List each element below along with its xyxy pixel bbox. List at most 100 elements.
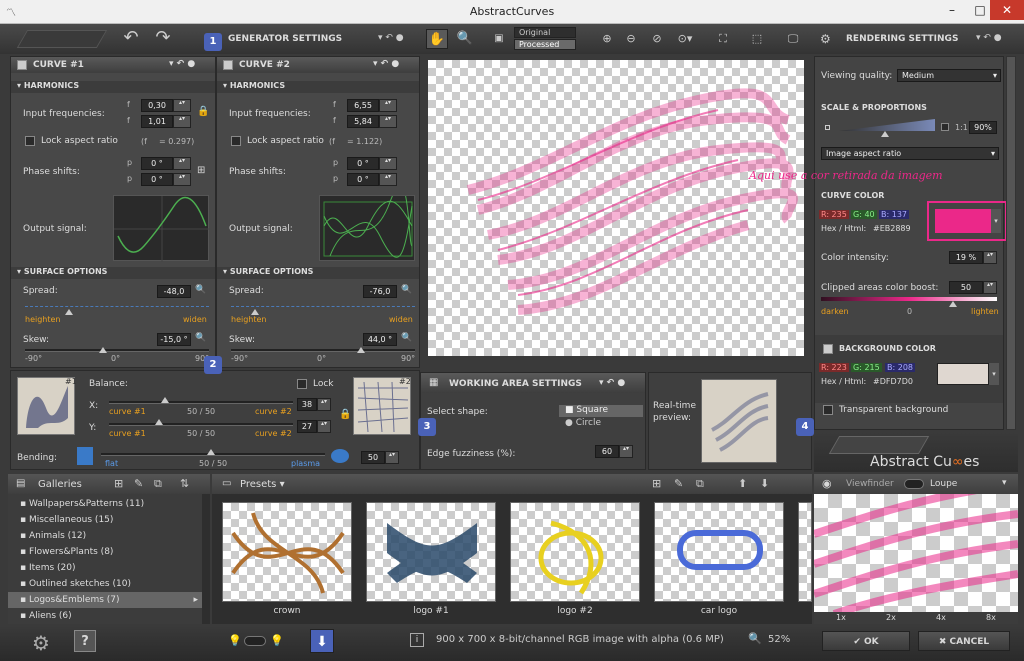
- px-input[interactable]: 0 °: [141, 157, 173, 170]
- curve-color-swatch[interactable]: [935, 209, 991, 233]
- shape-square-option[interactable]: ■ Square: [559, 405, 643, 417]
- bending-thumb[interactable]: [207, 449, 215, 455]
- py-stepper[interactable]: ▴▾: [173, 173, 191, 186]
- zoom-in-icon[interactable]: ⊕: [596, 29, 618, 49]
- boost-thumb[interactable]: [949, 301, 957, 307]
- gallery-item[interactable]: ▪ Wallpapers&Patterns (11): [20, 496, 210, 512]
- preset-upload-icon[interactable]: ⬆: [738, 477, 747, 490]
- collapse-icon[interactable]: ▾ ↶ ●: [378, 33, 404, 43]
- phase-link-icon[interactable]: ⊞: [197, 165, 205, 176]
- bg-color-swatch[interactable]: [937, 363, 989, 385]
- scale-pct-input[interactable]: 90%: [969, 121, 997, 134]
- light-toggle[interactable]: [244, 636, 266, 646]
- viewing-quality-select[interactable]: Medium ▾: [897, 69, 1001, 82]
- boost-stepper[interactable]: ▴▾: [983, 281, 997, 294]
- zoom-tool-icon[interactable]: 🔍: [454, 29, 476, 49]
- undo-icon[interactable]: ↶: [120, 28, 142, 48]
- boost-input[interactable]: 50: [949, 281, 983, 294]
- zoom-menu-icon[interactable]: ⊙▾: [674, 29, 696, 49]
- spread-search-icon[interactable]: 🔍: [195, 285, 206, 295]
- skew-slider-thumb-2[interactable]: [357, 347, 365, 353]
- gallery-add-icon[interactable]: ⊞: [114, 477, 123, 490]
- preset-download-icon[interactable]: ⬇: [760, 477, 769, 490]
- gallery-sort-icon[interactable]: ⇅: [180, 477, 189, 490]
- preview-canvas[interactable]: [428, 60, 804, 356]
- settings-gear-icon[interactable]: ⚙: [32, 631, 50, 655]
- px-input-2[interactable]: 0 °: [347, 157, 379, 170]
- balance-y-input[interactable]: 27: [297, 420, 317, 433]
- presets-title[interactable]: Presets ▾: [240, 479, 285, 490]
- hand-tool-icon[interactable]: ✋: [426, 29, 448, 49]
- fx-input[interactable]: 0,30: [141, 99, 173, 112]
- px-stepper[interactable]: ▴▾: [173, 157, 191, 170]
- fy-stepper-2[interactable]: ▴▾: [379, 115, 397, 128]
- edge-fuzziness-stepper[interactable]: ▴▾: [619, 445, 633, 458]
- minimize-button[interactable]: –: [938, 0, 966, 20]
- rendering-header-controls[interactable]: ▾ ↶ ●: [976, 33, 1002, 43]
- viewfinder-tab[interactable]: Viewfinder: [846, 479, 894, 489]
- bg-swatch-dropdown-icon[interactable]: ▾: [989, 363, 999, 385]
- py-stepper-2[interactable]: ▴▾: [379, 173, 397, 186]
- fit-screen-icon[interactable]: ⛶: [712, 29, 734, 49]
- preset-thumb[interactable]: [654, 502, 784, 602]
- gallery-item[interactable]: ▪ Miscellaneous (15): [20, 512, 210, 528]
- preset-thumb[interactable]: [366, 502, 496, 602]
- balance-lock-checkbox[interactable]: [297, 379, 307, 389]
- py-input-2[interactable]: 0 °: [347, 173, 379, 186]
- preset-add-icon[interactable]: ⊞: [652, 477, 661, 490]
- balance-x-input[interactable]: 38: [297, 398, 317, 411]
- fx-stepper[interactable]: ▴▾: [173, 99, 191, 112]
- zoom-8x-button[interactable]: 8x: [986, 613, 996, 622]
- surface-options-section-2[interactable]: ▾ SURFACE OPTIONS: [217, 267, 419, 279]
- gallery-item[interactable]: ▪ Flowers&Plants (8): [20, 544, 210, 560]
- boost-gradient[interactable]: [821, 297, 997, 301]
- bending-input[interactable]: 50: [361, 451, 385, 464]
- color-intensity-stepper[interactable]: ▴▾: [983, 251, 997, 264]
- preset-thumb[interactable]: [510, 502, 640, 602]
- balance-y-stepper[interactable]: ▴▾: [317, 420, 331, 433]
- balance-x-stepper[interactable]: ▴▾: [317, 398, 331, 411]
- spread-input[interactable]: -48,0: [157, 285, 191, 298]
- fy-input-2[interactable]: 5,84: [347, 115, 379, 128]
- shape-circle-option[interactable]: ● Circle: [559, 418, 643, 430]
- download-button[interactable]: ⬇: [310, 629, 334, 653]
- monitor-icon[interactable]: 🖵: [782, 29, 804, 49]
- balance-y-thumb[interactable]: [155, 419, 163, 425]
- skew-input-2[interactable]: 44,0 °: [363, 333, 397, 346]
- swatch-dropdown-icon[interactable]: ▾: [991, 209, 1001, 233]
- transparent-bg-checkbox[interactable]: [823, 405, 833, 415]
- fy-stepper[interactable]: ▴▾: [173, 115, 191, 128]
- redo-icon[interactable]: ↷: [152, 28, 174, 48]
- image-view-icon[interactable]: ▣: [488, 29, 510, 49]
- preset-thumb[interactable]: [222, 502, 352, 602]
- fx-input-2[interactable]: 6,55: [347, 99, 379, 112]
- zoom-4x-button[interactable]: 4x: [936, 613, 946, 622]
- gallery-item[interactable]: ▪ Aliens (6): [20, 608, 210, 624]
- skew-track-2[interactable]: [231, 349, 415, 352]
- ok-button[interactable]: ✔ OK: [822, 631, 910, 651]
- lock-aspect-checkbox-2[interactable]: [231, 136, 241, 146]
- gallery-item[interactable]: ▪ Animals (12): [20, 528, 210, 544]
- lock-aspect-checkbox[interactable]: [25, 136, 35, 146]
- harmonics-section[interactable]: ▾ HARMONICS: [11, 81, 215, 93]
- lock-icon[interactable]: 🔒: [197, 106, 209, 117]
- loupe-view[interactable]: [812, 480, 1019, 618]
- fit-width-icon[interactable]: ⬚: [746, 29, 768, 49]
- view-original-button[interactable]: Original: [514, 27, 576, 38]
- viewfinder-collapse-icon[interactable]: ▾: [1002, 478, 1007, 488]
- curve-color-swatch-frame[interactable]: ▾: [927, 201, 1007, 241]
- spread-slider-thumb[interactable]: [65, 309, 73, 315]
- skew-track[interactable]: [25, 349, 209, 352]
- fy-input[interactable]: 1,01: [141, 115, 173, 128]
- aspect-ratio-select[interactable]: Image aspect ratio ▾: [821, 147, 999, 160]
- preset-copy-icon[interactable]: ⧉: [696, 477, 704, 491]
- balance-x-track[interactable]: [109, 401, 293, 404]
- help-icon[interactable]: ?: [74, 630, 96, 652]
- gallery-item[interactable]: ▪ Items (20): [20, 560, 210, 576]
- zoom-1x-button[interactable]: 1x: [836, 613, 846, 622]
- zoom-out-icon[interactable]: ⊖: [620, 29, 642, 49]
- fx-stepper-2[interactable]: ▴▾: [379, 99, 397, 112]
- curve2-header-controls[interactable]: ▾ ↶ ●: [373, 59, 399, 69]
- loupe-tab[interactable]: Loupe: [930, 479, 957, 489]
- edge-fuzziness-input[interactable]: 60: [595, 445, 619, 458]
